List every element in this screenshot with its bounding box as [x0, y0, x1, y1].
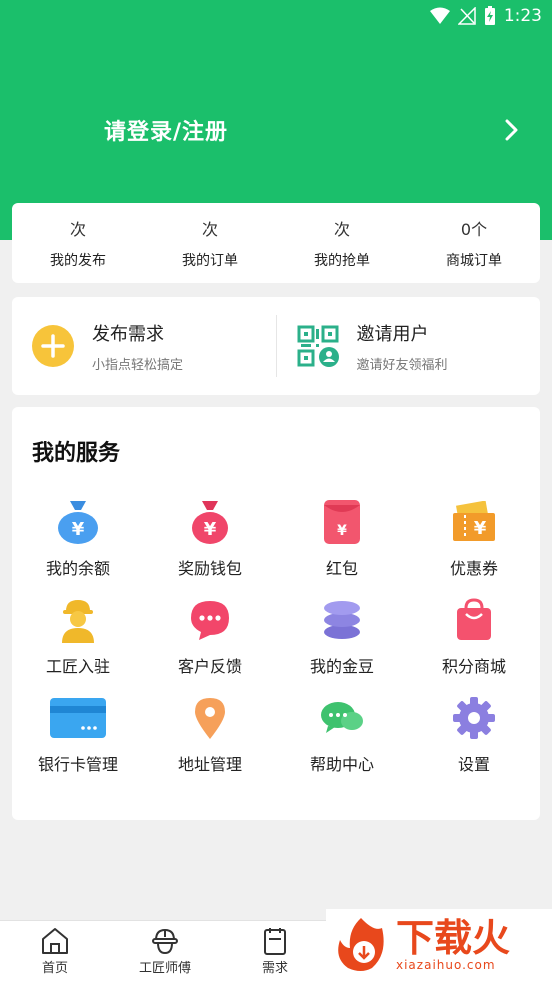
login-row[interactable]: 请登录/注册	[104, 112, 522, 148]
qr-code-icon	[297, 325, 339, 367]
home-icon	[42, 927, 68, 954]
gear-icon	[453, 697, 495, 739]
tab-label: 首页	[41, 960, 68, 976]
watermark-brand: 下载火	[396, 916, 511, 960]
stat-my-grabs[interactable]: 次 我的抢单	[276, 203, 408, 283]
stats-card: 次 我的发布 次 我的订单 次 我的抢单 0个 商城订单	[12, 203, 540, 283]
service-label: 地址管理	[177, 755, 242, 774]
login-register-link[interactable]: 请登录/注册	[104, 114, 228, 146]
stat-label: 我的抢单	[314, 253, 370, 269]
battery-charging-icon	[484, 6, 495, 25]
watermark: 下载火 xiazaihuo.com	[326, 909, 552, 981]
flame-logo-icon	[338, 918, 384, 971]
tab-craftsmen[interactable]: 工匠师傅	[110, 921, 220, 981]
service-red-envelope[interactable]: ¥ 红包	[276, 497, 408, 581]
worker-icon	[62, 600, 94, 643]
coin-stack-icon	[324, 601, 360, 639]
service-worker-join[interactable]: 工匠入驻	[12, 595, 144, 679]
stat-value: 次	[333, 220, 350, 239]
service-label: 积分商城	[441, 657, 506, 676]
service-address[interactable]: 地址管理	[144, 693, 276, 777]
services-card: 我的服务 ¥ 我的余额 ¥ 奖励钱包 ¥ 红包 ¥ 优惠券 工匠入驻 客户反馈	[12, 407, 540, 820]
shopping-bag-icon	[457, 598, 491, 640]
money-bag-icon: ¥	[58, 501, 98, 544]
service-coupon[interactable]: ¥ 优惠券	[408, 497, 540, 581]
invite-user-button[interactable]: 邀请用户 邀请好友领福利	[277, 315, 541, 377]
service-label: 红包	[325, 559, 358, 578]
publish-subtitle: 小指点轻松搞定	[92, 357, 184, 373]
no-signal-icon	[457, 7, 476, 25]
stat-label: 我的订单	[182, 253, 238, 269]
tab-demand[interactable]: 需求	[220, 921, 330, 981]
svg-text:¥: ¥	[474, 518, 487, 539]
publish-title: 发布需求	[92, 323, 164, 345]
watermark-url: xiazaihuo.com	[396, 958, 496, 972]
service-help-center[interactable]: 帮助中心	[276, 693, 408, 777]
invite-title: 邀请用户	[356, 323, 429, 345]
tab-label: 工匠师傅	[138, 960, 191, 976]
service-label: 客户反馈	[177, 657, 242, 676]
stat-my-posts[interactable]: 次 我的发布	[12, 203, 144, 283]
actions-card: 发布需求 小指点轻松搞定 邀请用户 邀请好友领福利	[12, 297, 540, 395]
publish-demand-button[interactable]: 发布需求 小指点轻松搞定	[12, 315, 276, 377]
status-time: 1:23	[503, 6, 542, 26]
service-label: 我的金豆	[309, 657, 374, 676]
stat-my-orders[interactable]: 次 我的订单	[144, 203, 276, 283]
services-grid: ¥ 我的余额 ¥ 奖励钱包 ¥ 红包 ¥ 优惠券 工匠入驻 客户反馈 我的金豆	[12, 497, 540, 777]
svg-text:¥: ¥	[204, 519, 217, 540]
reward-bag-icon: ¥	[192, 501, 228, 544]
service-feedback[interactable]: 客户反馈	[144, 595, 276, 679]
service-label: 工匠入驻	[45, 657, 110, 676]
service-label: 优惠券	[449, 559, 498, 578]
service-settings[interactable]: 设置	[408, 693, 540, 777]
help-chat-icon	[321, 702, 363, 733]
tab-label: 需求	[261, 960, 288, 976]
service-bank-card[interactable]: 银行卡管理	[12, 693, 144, 777]
service-balance[interactable]: ¥ 我的余额	[12, 497, 144, 581]
invite-subtitle: 邀请好友领福利	[356, 357, 448, 373]
stat-value: 次	[69, 220, 86, 239]
service-label: 奖励钱包	[177, 559, 242, 578]
svg-text:¥: ¥	[72, 519, 85, 540]
stat-value: 0个	[460, 220, 488, 239]
services-title: 我的服务	[32, 441, 121, 466]
svg-text:¥: ¥	[337, 523, 347, 539]
coupon-icon: ¥	[453, 501, 495, 541]
service-gold-beans[interactable]: 我的金豆	[276, 595, 408, 679]
plus-circle-icon	[32, 325, 74, 367]
clipboard-icon	[264, 927, 286, 955]
chat-bubble-icon	[191, 601, 229, 640]
service-reward-wallet[interactable]: ¥ 奖励钱包	[144, 497, 276, 581]
location-pin-icon	[195, 698, 225, 739]
stat-label: 我的发布	[50, 253, 106, 269]
stat-value: 次	[201, 220, 218, 239]
service-points-mall[interactable]: 积分商城	[408, 595, 540, 679]
tab-home[interactable]: 首页	[0, 921, 110, 981]
red-envelope-icon: ¥	[324, 500, 360, 544]
service-label: 银行卡管理	[37, 755, 118, 774]
service-label: 设置	[457, 755, 490, 774]
stat-label: 商城订单	[446, 253, 502, 269]
bank-card-icon	[50, 698, 106, 738]
service-label: 帮助中心	[309, 755, 374, 774]
status-bar: 1:23	[429, 4, 542, 28]
helmet-icon	[152, 928, 178, 954]
wifi-icon	[429, 7, 450, 24]
service-label: 我的余额	[45, 559, 110, 578]
chevron-right-icon[interactable]	[502, 118, 522, 142]
stat-mall-orders[interactable]: 0个 商城订单	[408, 203, 540, 283]
